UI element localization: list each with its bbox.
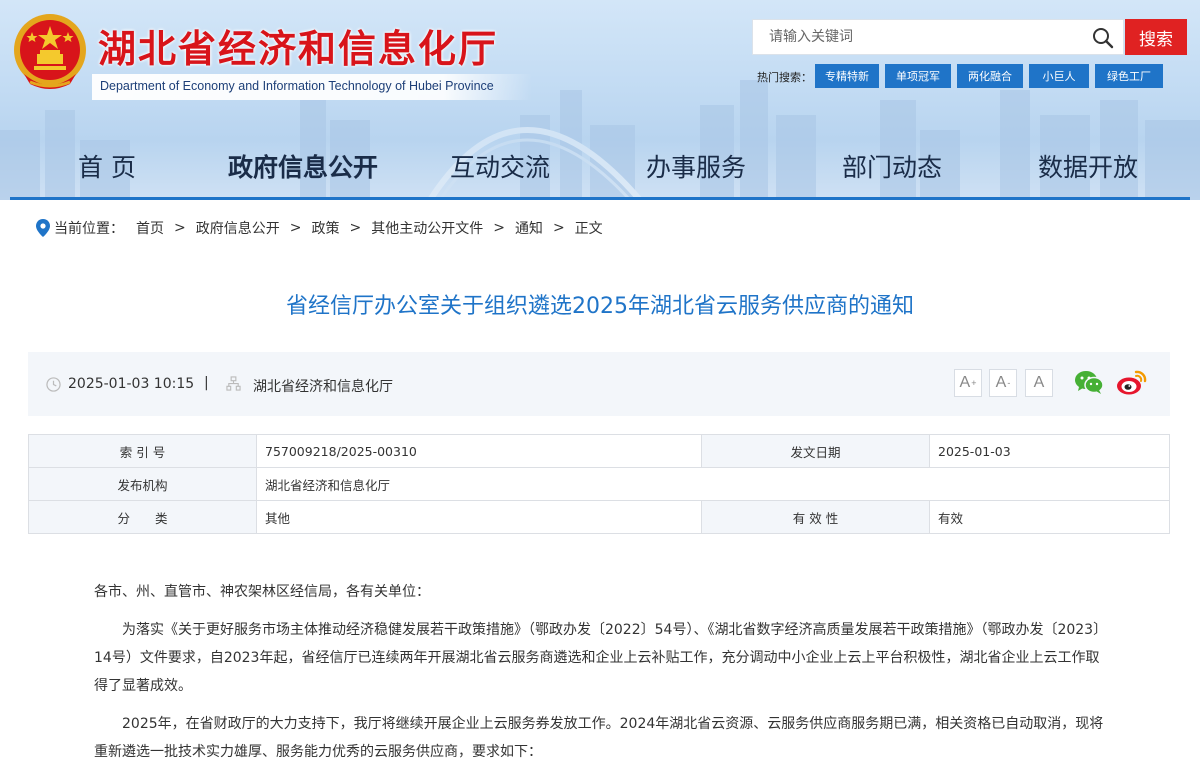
font-size-increase-letter: A — [959, 374, 971, 391]
table-row: 索 引 号 757009218/2025-00310 发文日期 2025-01-… — [28, 434, 1170, 468]
breadcrumb-current: 正文 — [574, 221, 603, 237]
hot-search-tags: 专精特新 单项冠军 两化融合 小巨人 绿色工厂 — [815, 64, 1163, 88]
font-size-decrease-mark: - — [1007, 378, 1011, 388]
font-size-increase-mark: + — [971, 378, 977, 388]
nav-item-home[interactable]: 首 页 — [78, 148, 136, 184]
index-number-label: 索 引 号 — [28, 434, 257, 468]
font-size-reset-button[interactable]: A — [1025, 369, 1053, 397]
salutation: 各市、州、直管市、神农架林区经信局，各有关单位： — [94, 584, 430, 600]
table-row: 分 类 其他 有 效 性 有效 — [28, 500, 1170, 534]
article-meta-bar: 2025-01-03 10:15 | 湖北省经济和信息化厅 A + A- A — [28, 352, 1170, 416]
breadcrumb-item[interactable]: 首页 — [136, 218, 164, 238]
hot-tag[interactable]: 两化融合 — [957, 64, 1023, 88]
breadcrumb-separator: > — [493, 220, 505, 236]
hot-tag[interactable]: 绿色工厂 — [1095, 64, 1163, 88]
issue-date-value: 2025-01-03 — [929, 434, 1170, 468]
location-pin-icon — [36, 219, 50, 237]
breadcrumb-separator: > — [289, 220, 302, 236]
body-paragraph: 2025年，在省财政厅的大力支持下，我厅将继续开展企业上云服务券发放工作。202… — [94, 716, 1104, 760]
breadcrumb: 当前位置： 首页 > 政府信息公开 > 政策 > 其他主动公开文件 > 通知 >… — [36, 218, 603, 238]
wechat-share-icon[interactable] — [1074, 369, 1104, 395]
category-label: 分 类 — [28, 500, 257, 534]
breadcrumb-item[interactable]: 政策 — [311, 218, 339, 238]
font-size-decrease-letter: A — [995, 374, 1007, 391]
category-value: 其他 — [256, 500, 702, 534]
nav-underline — [10, 197, 1190, 200]
issuing-agency-value: 湖北省经济和信息化厅 — [256, 467, 1170, 501]
hot-tag[interactable]: 小巨人 — [1029, 64, 1089, 88]
breadcrumb-separator: > — [174, 220, 186, 236]
organization-icon — [226, 376, 241, 391]
body-paragraph: 为落实《关于更好服务市场主体推动经济稳健发展若干政策措施》（鄂政办发〔2022〕… — [94, 622, 1101, 694]
nav-item-government-info[interactable]: 政府信息公开 — [228, 148, 378, 184]
clock-icon — [46, 377, 61, 392]
hot-search-label: 热门搜索： — [757, 71, 812, 84]
table-row: 发布机构 湖北省经济和信息化厅 — [28, 467, 1170, 501]
publisher-name: 湖北省经济和信息化厅 — [253, 379, 393, 395]
issue-date-label: 发文日期 — [701, 434, 930, 468]
site-subtitle: Department of Economy and Information Te… — [100, 79, 494, 93]
site-title: 湖北省经济和信息化厅 — [98, 26, 499, 71]
meta-divider: | — [204, 375, 209, 391]
search-icon[interactable] — [1091, 26, 1115, 50]
breadcrumb-label: 当前位置： — [54, 221, 124, 237]
hot-tag[interactable]: 单项冠军 — [885, 64, 951, 88]
search-input[interactable] — [753, 21, 1073, 53]
index-number-value: 757009218/2025-00310 — [256, 434, 702, 468]
main-nav: 首 页 政府信息公开 互动交流 办事服务 部门动态 数据开放 — [0, 148, 1200, 192]
weibo-share-icon[interactable] — [1116, 368, 1148, 396]
breadcrumb-item[interactable]: 政府信息公开 — [196, 218, 280, 238]
hot-tag[interactable]: 专精特新 — [815, 64, 879, 88]
font-size-increase-button[interactable]: A + — [954, 369, 982, 397]
validity-label: 有 效 性 — [701, 500, 930, 534]
article-body: 各市、州、直管市、神农架林区经信局，各有关单位： 为落实《关于更好服务市场主体推… — [94, 578, 1106, 776]
nav-item-department-news[interactable]: 部门动态 — [842, 148, 942, 184]
article-title: 省经信厅办公室关于组织遴选2025年湖北省云服务供应商的通知 — [286, 294, 914, 319]
search-button[interactable]: 搜索 — [1125, 19, 1187, 55]
national-emblem-icon — [14, 14, 86, 89]
issuing-agency-label: 发布机构 — [28, 467, 257, 501]
document-info-table: 索 引 号 757009218/2025-00310 发文日期 2025-01-… — [28, 434, 1170, 534]
nav-item-open-data[interactable]: 数据开放 — [1038, 148, 1138, 184]
font-size-decrease-button[interactable]: A- — [989, 369, 1017, 397]
breadcrumb-item[interactable]: 通知 — [515, 218, 543, 238]
site-header: 湖北省经济和信息化厅 Department of Economy and Inf… — [0, 0, 1200, 200]
publish-date: 2025-01-03 10:15 — [68, 376, 195, 392]
nav-item-services[interactable]: 办事服务 — [646, 148, 746, 184]
validity-value: 有效 — [929, 500, 1170, 534]
breadcrumb-separator: > — [349, 220, 362, 236]
search-box — [752, 19, 1124, 55]
breadcrumb-item[interactable]: 其他主动公开文件 — [371, 218, 483, 238]
nav-item-interaction[interactable]: 互动交流 — [450, 148, 550, 184]
font-size-reset-letter: A — [1033, 374, 1045, 391]
breadcrumb-separator: > — [552, 220, 565, 236]
